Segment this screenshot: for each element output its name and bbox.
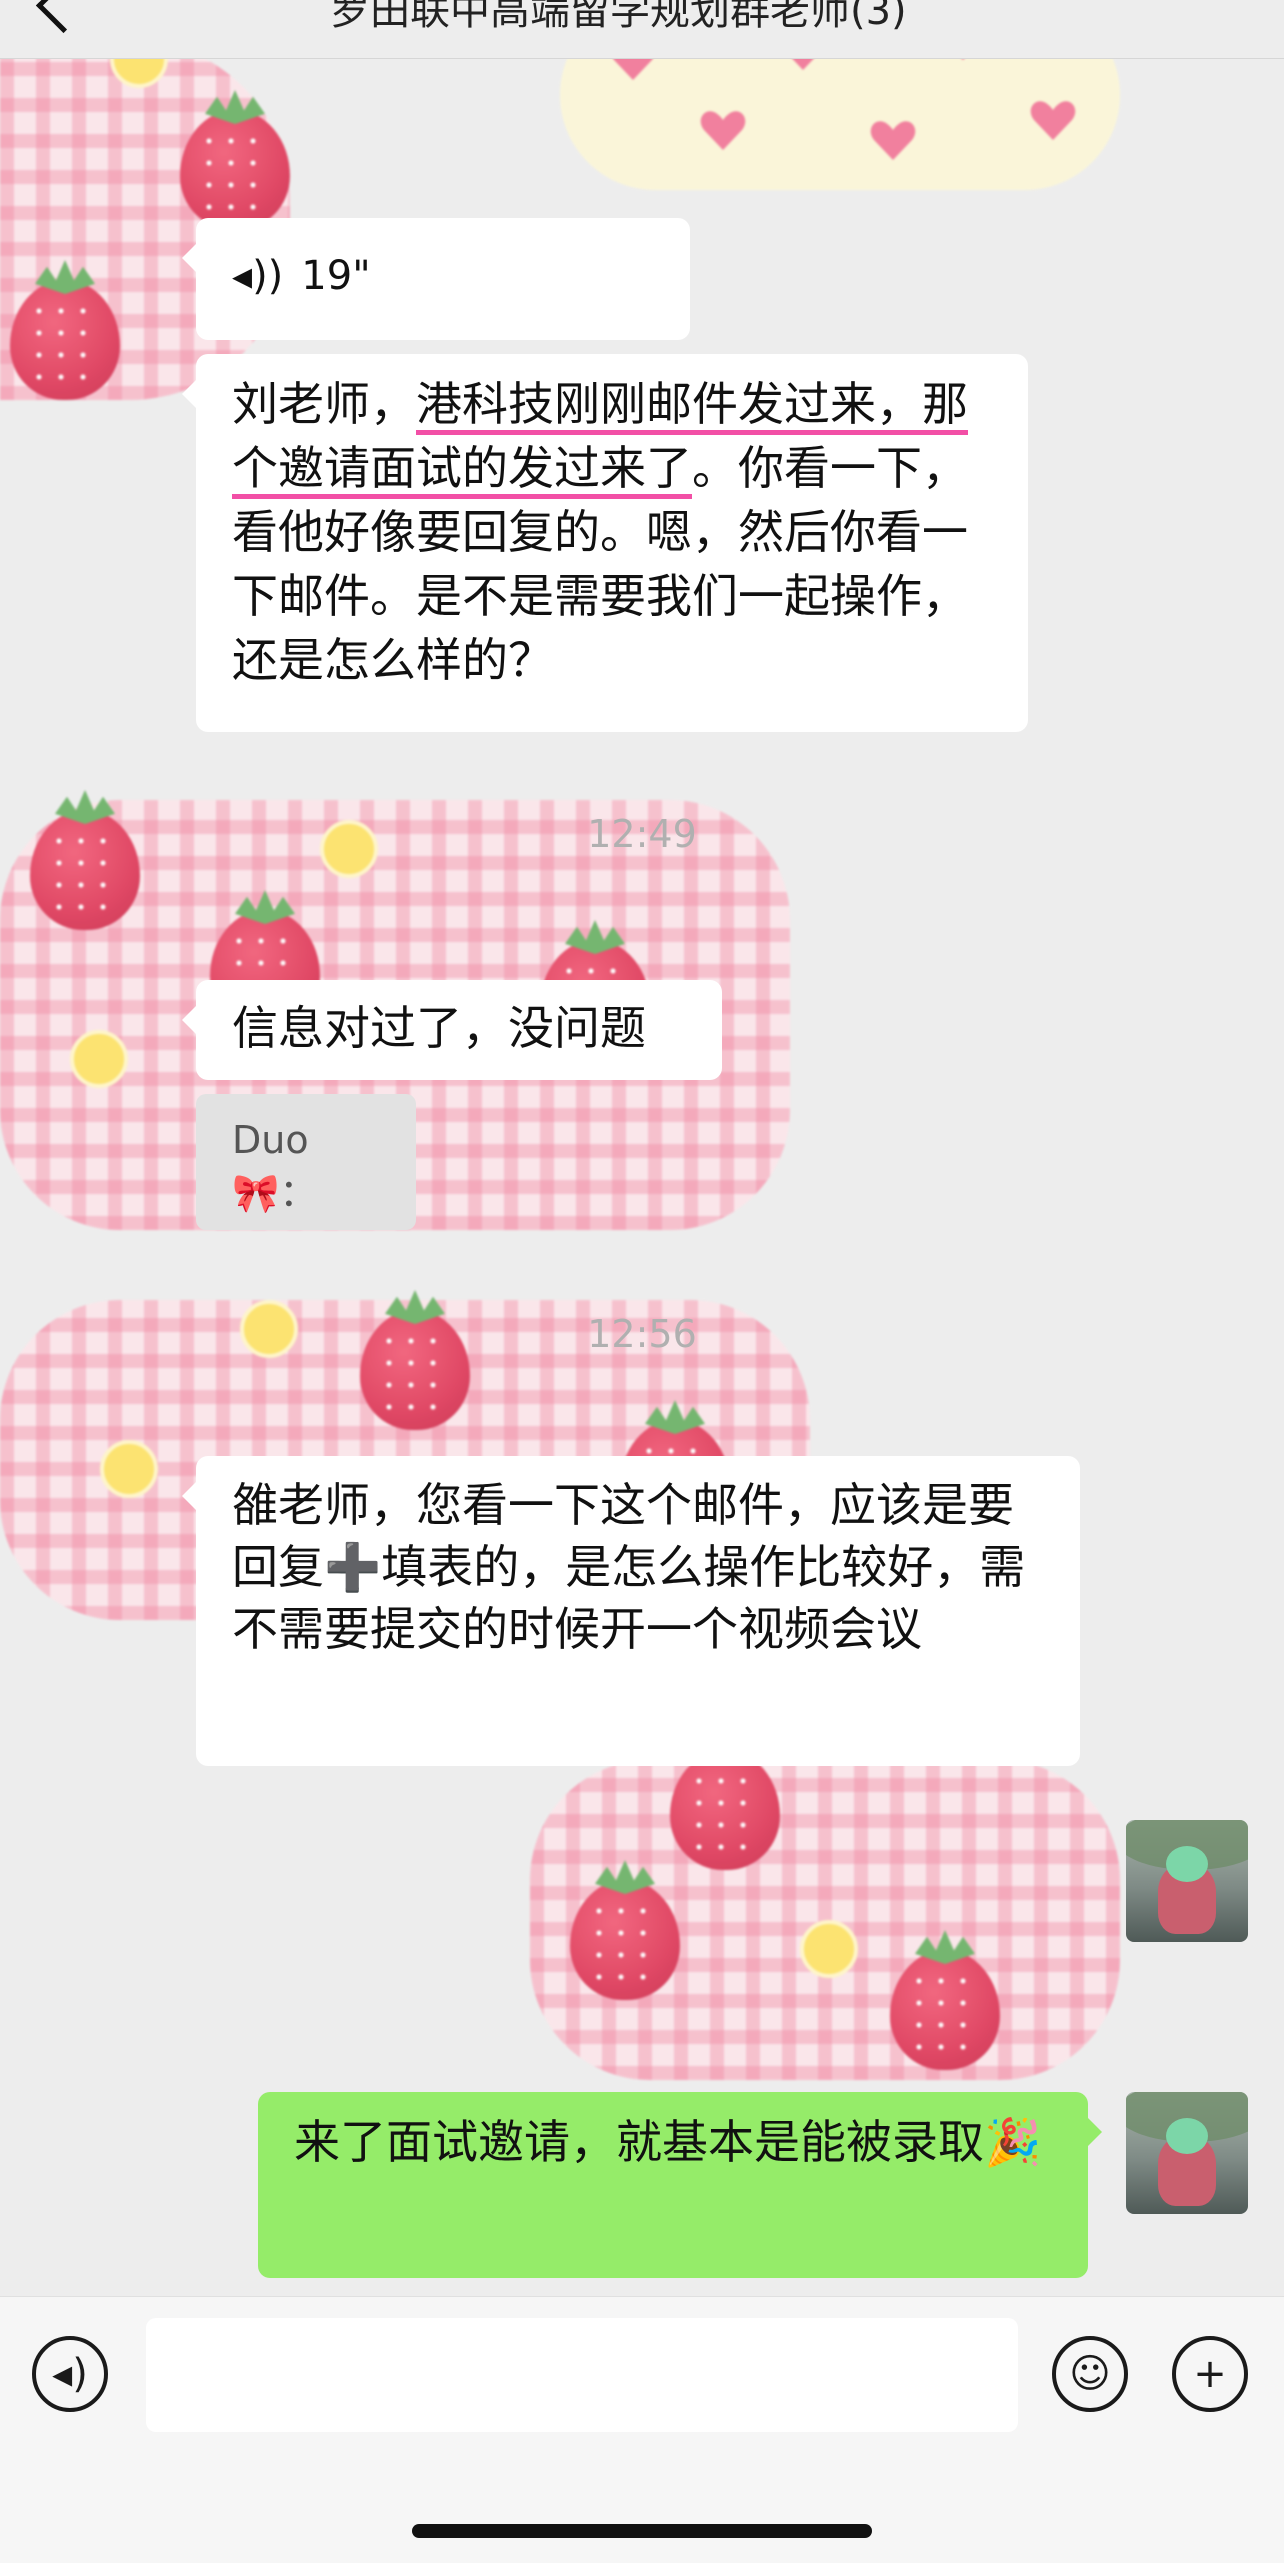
avatar[interactable]	[1126, 2092, 1248, 2214]
voice-wave-icon: ◂))	[232, 253, 284, 299]
avatar[interactable]	[1126, 1820, 1248, 1942]
message-bubble[interactable]: 信息对过了，没问题	[182, 980, 722, 1080]
quoted-message[interactable]: Duo🎀：	[196, 1094, 416, 1230]
quote-sender: Duo🎀：	[232, 1118, 318, 1215]
back-icon[interactable]	[35, 0, 92, 34]
timestamp: 12:49	[587, 812, 697, 856]
chat-title: 罗田联中高端留学规划群老师(3)	[330, 0, 907, 34]
message-text: 刘老师，	[232, 377, 416, 431]
message-bubble[interactable]: 刘老师，港科技刚刚邮件发过来，那个邀请面试的发过来了。你看一下，看他好像要回复的…	[182, 354, 1028, 732]
strawberry-sticker	[530, 1750, 1120, 2080]
message-text: 来了面试邀请，就基本是能被录取🎉	[294, 2115, 1042, 2169]
voice-input-icon[interactable]: ◂)	[32, 2336, 108, 2412]
timestamp: 12:56	[587, 1312, 697, 1356]
voice-message[interactable]: ◂)) 19"	[182, 218, 690, 340]
voice-duration: 19"	[301, 253, 371, 299]
message-text: 雒老师，您看一下这个邮件，应该是要回复➕填表的，是怎么操作比较好，需不需要提交的…	[232, 1478, 1026, 1656]
emoji-icon[interactable]: ☺	[1052, 2336, 1128, 2412]
home-indicator	[412, 2524, 872, 2538]
plus-icon[interactable]: +	[1172, 2336, 1248, 2412]
own-message-bubble[interactable]: 来了面试邀请，就基本是能被录取🎉	[258, 2092, 1102, 2278]
message-text: 信息对过了，没问题	[232, 1001, 646, 1055]
chat-header: 罗田联中高端留学规划群老师(3)	[0, 0, 1284, 59]
message-bubble[interactable]: 雒老师，您看一下这个邮件，应该是要回复➕填表的，是怎么操作比较好，需不需要提交的…	[182, 1456, 1080, 1766]
message-input[interactable]	[146, 2318, 1018, 2432]
